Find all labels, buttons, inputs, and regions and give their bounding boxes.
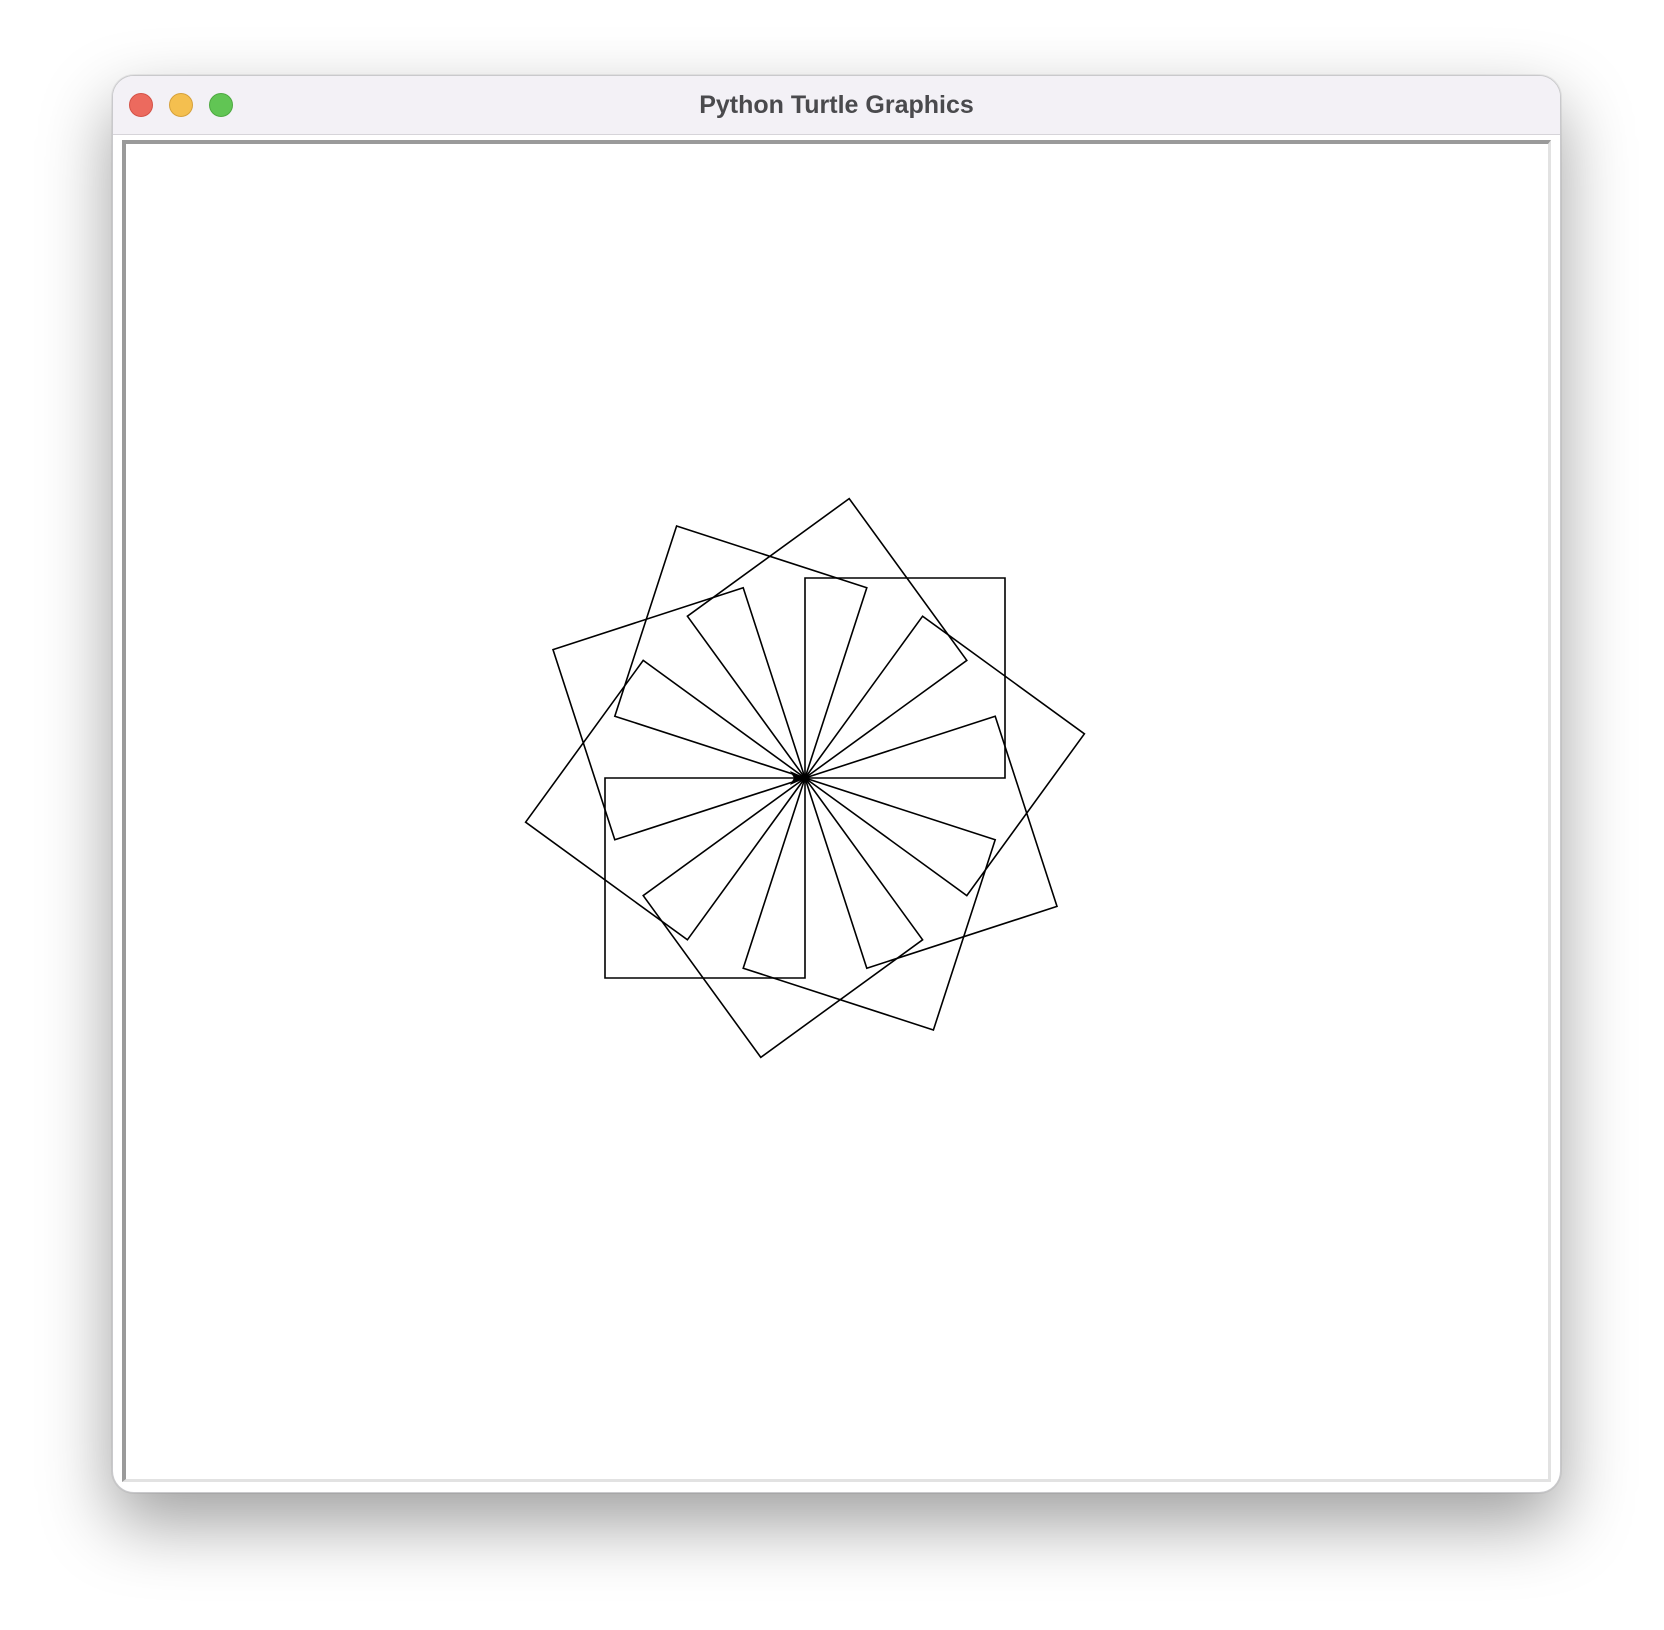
- turtle-square: [803, 715, 1059, 970]
- turtle-square: [604, 777, 806, 979]
- title-bar[interactable]: Python Turtle Graphics: [113, 76, 1560, 135]
- turtle-square: [742, 776, 997, 1032]
- turtle-square: [804, 577, 1006, 779]
- turtle-canvas-frame[interactable]: [122, 140, 1551, 1482]
- turtle-square: [551, 586, 807, 841]
- turtle-square: [524, 659, 807, 941]
- window-title: Python Turtle Graphics: [699, 91, 974, 119]
- turtle-square: [803, 615, 1086, 897]
- turtle-square: [686, 497, 968, 780]
- turtle-square: [613, 524, 868, 780]
- turtle-square: [642, 776, 924, 1059]
- turtle-canvas[interactable]: [126, 144, 1548, 1479]
- turtle-window: Python Turtle Graphics: [112, 75, 1561, 1493]
